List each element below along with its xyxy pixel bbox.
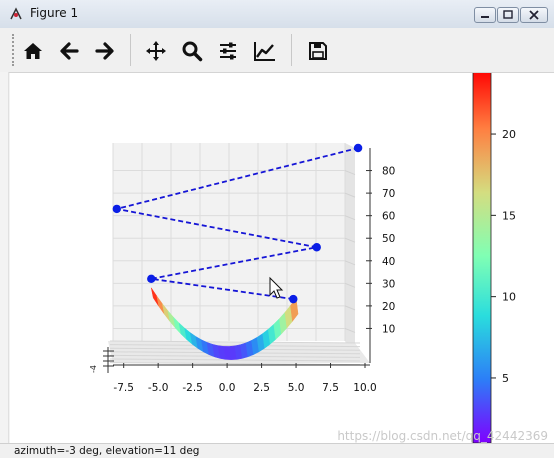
- series-marker: [147, 274, 156, 284]
- minimize-button[interactable]: [474, 7, 496, 23]
- z-tick-label: 80: [382, 166, 395, 178]
- plot-area: 10 20 30 40 50 60 70 80 -7.5 -5.0 -2.5 0.0 2.5 5.0 7.…: [89, 68, 516, 444]
- z-tick-label: 40: [382, 256, 395, 268]
- series-marker: [312, 243, 321, 252]
- arrow-right-icon: [95, 42, 114, 60]
- x-tick-label: -7.5: [113, 382, 134, 394]
- status-bar: azimuth=-3 deg, elevation=11 deg https:/…: [0, 429, 554, 458]
- home-button[interactable]: [18, 36, 48, 66]
- window-left-edge: [0, 72, 9, 444]
- back-button[interactable]: [54, 36, 84, 66]
- toolbar-separator: [130, 34, 131, 66]
- magnifier-icon: [182, 41, 203, 62]
- z-tick-label: 20: [382, 301, 395, 313]
- x-tick-label: 10.0: [353, 382, 376, 394]
- x-tick-label: 2.5: [253, 382, 270, 394]
- move-icon: [146, 41, 166, 61]
- series-marker: [112, 204, 121, 214]
- home-icon: [24, 43, 42, 59]
- x-tick-label: -5.0: [148, 382, 169, 394]
- axes-panes: [108, 143, 370, 363]
- colorbar-ticks: 5 10 15 20: [491, 128, 516, 385]
- z-tick-label: 60: [382, 211, 395, 223]
- toolbar-separator: [291, 34, 292, 66]
- navigation-toolbar: [0, 28, 554, 73]
- edit-axes-button[interactable]: [250, 36, 280, 66]
- save-button[interactable]: [303, 36, 333, 66]
- x-tick-label: 0.0: [219, 382, 236, 394]
- z-tick-label: 10: [382, 323, 395, 335]
- svg-text:-4: -4: [89, 365, 98, 373]
- zoom-button[interactable]: [177, 36, 207, 66]
- x-tick-label: 5.0: [288, 382, 305, 394]
- close-button[interactable]: [520, 7, 548, 23]
- window-title: Figure 1: [30, 6, 79, 20]
- floppy-icon: [309, 42, 327, 60]
- title-bar[interactable]: Figure 1: [0, 0, 554, 29]
- colorbar-tick-label: 15: [502, 209, 516, 222]
- z-tick-label: 30: [382, 278, 395, 290]
- watermark-text: https://blog.csdn.net/qq_42442369: [337, 429, 548, 443]
- arrow-left-icon: [60, 42, 79, 60]
- maximize-button[interactable]: [497, 7, 519, 23]
- configure-subplots-button[interactable]: [213, 36, 243, 66]
- colorbar-tick-label: 20: [502, 128, 516, 141]
- figure-window: Figure 1 10 20 30 40 50 60 70 80 -7.5 -5…: [0, 0, 554, 458]
- y-axis-stub: -4: [89, 347, 114, 373]
- colorbar: [472, 68, 492, 444]
- pan-button[interactable]: [141, 36, 171, 66]
- line-chart-icon: [254, 42, 275, 61]
- z-tick-label: 50: [382, 233, 395, 245]
- app-icon: [10, 7, 22, 20]
- sliders-icon: [220, 42, 236, 60]
- series-marker: [289, 294, 298, 304]
- z-tick-label: 70: [382, 188, 395, 200]
- z-axis: 10 20 30 40 50 60 70 80: [366, 148, 395, 363]
- figure-canvas[interactable]: 10 20 30 40 50 60 70 80 -7.5 -5.0 -2.5 0.0 2.5 5.0 7.…: [10, 68, 554, 444]
- x-axis: -7.5 -5.0 -2.5 0.0 2.5 5.0 7.5 10.0: [113, 363, 377, 394]
- series-marker: [353, 143, 363, 153]
- x-tick-label: 7.5: [322, 382, 339, 394]
- x-tick-label: -2.5: [182, 382, 203, 394]
- forward-button[interactable]: [90, 36, 120, 66]
- colorbar-tick-label: 10: [502, 291, 516, 304]
- status-text: azimuth=-3 deg, elevation=11 deg: [14, 445, 200, 457]
- colorbar-tick-label: 5: [502, 372, 509, 385]
